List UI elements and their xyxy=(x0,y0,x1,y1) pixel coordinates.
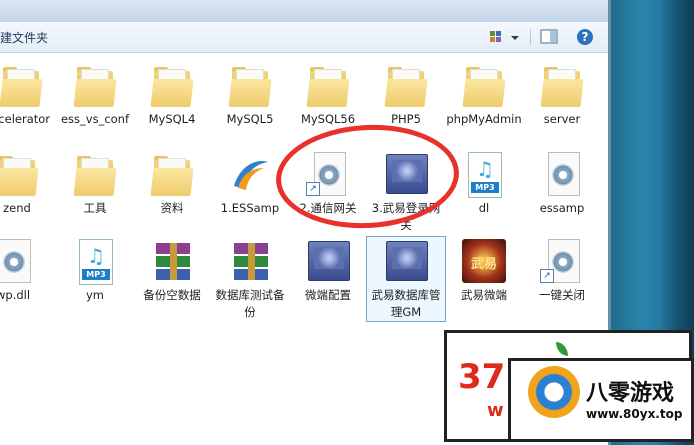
file-label: 工具 xyxy=(83,201,107,215)
file-item[interactable]: zend xyxy=(0,150,56,217)
file-item[interactable]: wp.dll xyxy=(0,237,52,304)
file-item[interactable]: 微端配置 xyxy=(289,237,367,304)
file-item[interactable]: 备份空数据 xyxy=(133,237,211,304)
folder-icon xyxy=(382,61,430,109)
change-view-button[interactable] xyxy=(484,27,522,47)
file-item[interactable]: 工具 xyxy=(56,150,134,217)
config-shortcut-icon: ↗ xyxy=(538,237,586,285)
monitor-app-icon xyxy=(304,237,352,285)
rar-archive-icon xyxy=(148,237,196,285)
brand-url: www.80yx.top xyxy=(586,407,683,421)
app-swoosh-icon xyxy=(226,150,274,198)
file-item[interactable]: 武易 武易微端 xyxy=(445,237,523,304)
watermark-sub: w xyxy=(487,400,504,421)
file-item[interactable]: MySQL5 xyxy=(211,61,289,128)
file-label: 武易数据库管理GM xyxy=(371,288,441,319)
file-label: dl xyxy=(478,201,490,215)
folder-icon xyxy=(71,150,119,198)
new-folder-button[interactable]: 建文件夹 xyxy=(0,29,48,46)
folder-icon xyxy=(460,61,508,109)
file-label: phpMyAdmin xyxy=(446,112,522,126)
game-app-icon: 武易 xyxy=(460,237,508,285)
rar-archive-icon xyxy=(226,237,274,285)
config-file-icon xyxy=(0,237,37,285)
mp3-file-icon: ♫ MP3 xyxy=(460,150,508,198)
file-label: 武易微端 xyxy=(461,288,507,302)
brand-logo-icon xyxy=(528,366,580,418)
folder-icon xyxy=(148,61,196,109)
file-item[interactable]: 数据库测试备份 xyxy=(211,237,289,321)
swoosh-graphic xyxy=(234,161,268,190)
file-item[interactable]: ess_vs_conf xyxy=(56,61,134,128)
folder-icon xyxy=(0,150,41,198)
file-item[interactable]: ccelerator xyxy=(0,61,60,128)
file-label: ccelerator xyxy=(0,112,51,126)
file-label: 资料 xyxy=(160,201,184,215)
folder-icon xyxy=(538,61,586,109)
folder-icon xyxy=(71,61,119,109)
folder-icon xyxy=(148,150,196,198)
file-label: 一键关闭 xyxy=(539,288,585,302)
file-item[interactable]: ↗ 一键关闭 xyxy=(523,237,601,304)
help-button[interactable]: ? xyxy=(574,27,596,47)
help-icon: ? xyxy=(577,29,593,45)
mp3-file-icon: ♫ MP3 xyxy=(71,237,119,285)
file-item[interactable]: phpMyAdmin xyxy=(445,61,523,128)
file-label: 微端配置 xyxy=(305,288,351,302)
file-label: server xyxy=(543,112,581,126)
watermark-number: 37 xyxy=(458,357,506,397)
file-item[interactable]: server xyxy=(523,61,601,128)
command-bar: 建文件夹 ? xyxy=(0,22,608,53)
folder-icon xyxy=(0,61,45,109)
config-file-icon xyxy=(538,150,586,198)
toolbar-separator xyxy=(530,29,531,45)
file-item[interactable]: essamp xyxy=(523,150,601,217)
file-item[interactable]: MySQL56 xyxy=(289,61,367,128)
monitor-app-icon xyxy=(382,237,430,285)
file-label: wp.dll xyxy=(0,288,31,302)
preview-pane-button[interactable] xyxy=(538,27,560,47)
file-label: ym xyxy=(85,288,104,302)
file-label: essamp xyxy=(539,201,585,215)
folder-icon xyxy=(226,61,274,109)
file-item[interactable]: MySQL4 xyxy=(133,61,211,128)
brand-name: 八零游戏 xyxy=(586,381,675,406)
file-label: 数据库测试备份 xyxy=(215,288,285,319)
file-label: MySQL4 xyxy=(148,112,196,126)
file-label: MySQL5 xyxy=(226,112,274,126)
file-label: zend xyxy=(3,201,31,215)
folder-icon xyxy=(304,61,352,109)
title-bar xyxy=(0,0,608,23)
file-item-selected[interactable]: 武易数据库管理GM xyxy=(366,236,446,322)
file-item[interactable]: ♫ MP3 ym xyxy=(56,237,134,304)
file-item[interactable]: PHP5 xyxy=(367,61,445,128)
preview-pane-icon xyxy=(540,29,558,44)
file-label: 备份空数据 xyxy=(143,288,201,302)
views-grid-icon xyxy=(490,31,519,42)
svg-text:?: ? xyxy=(582,30,589,44)
file-label: 1.ESSamp xyxy=(220,201,280,215)
file-item[interactable]: 资料 xyxy=(133,150,211,217)
file-label: ess_vs_conf xyxy=(60,112,130,126)
